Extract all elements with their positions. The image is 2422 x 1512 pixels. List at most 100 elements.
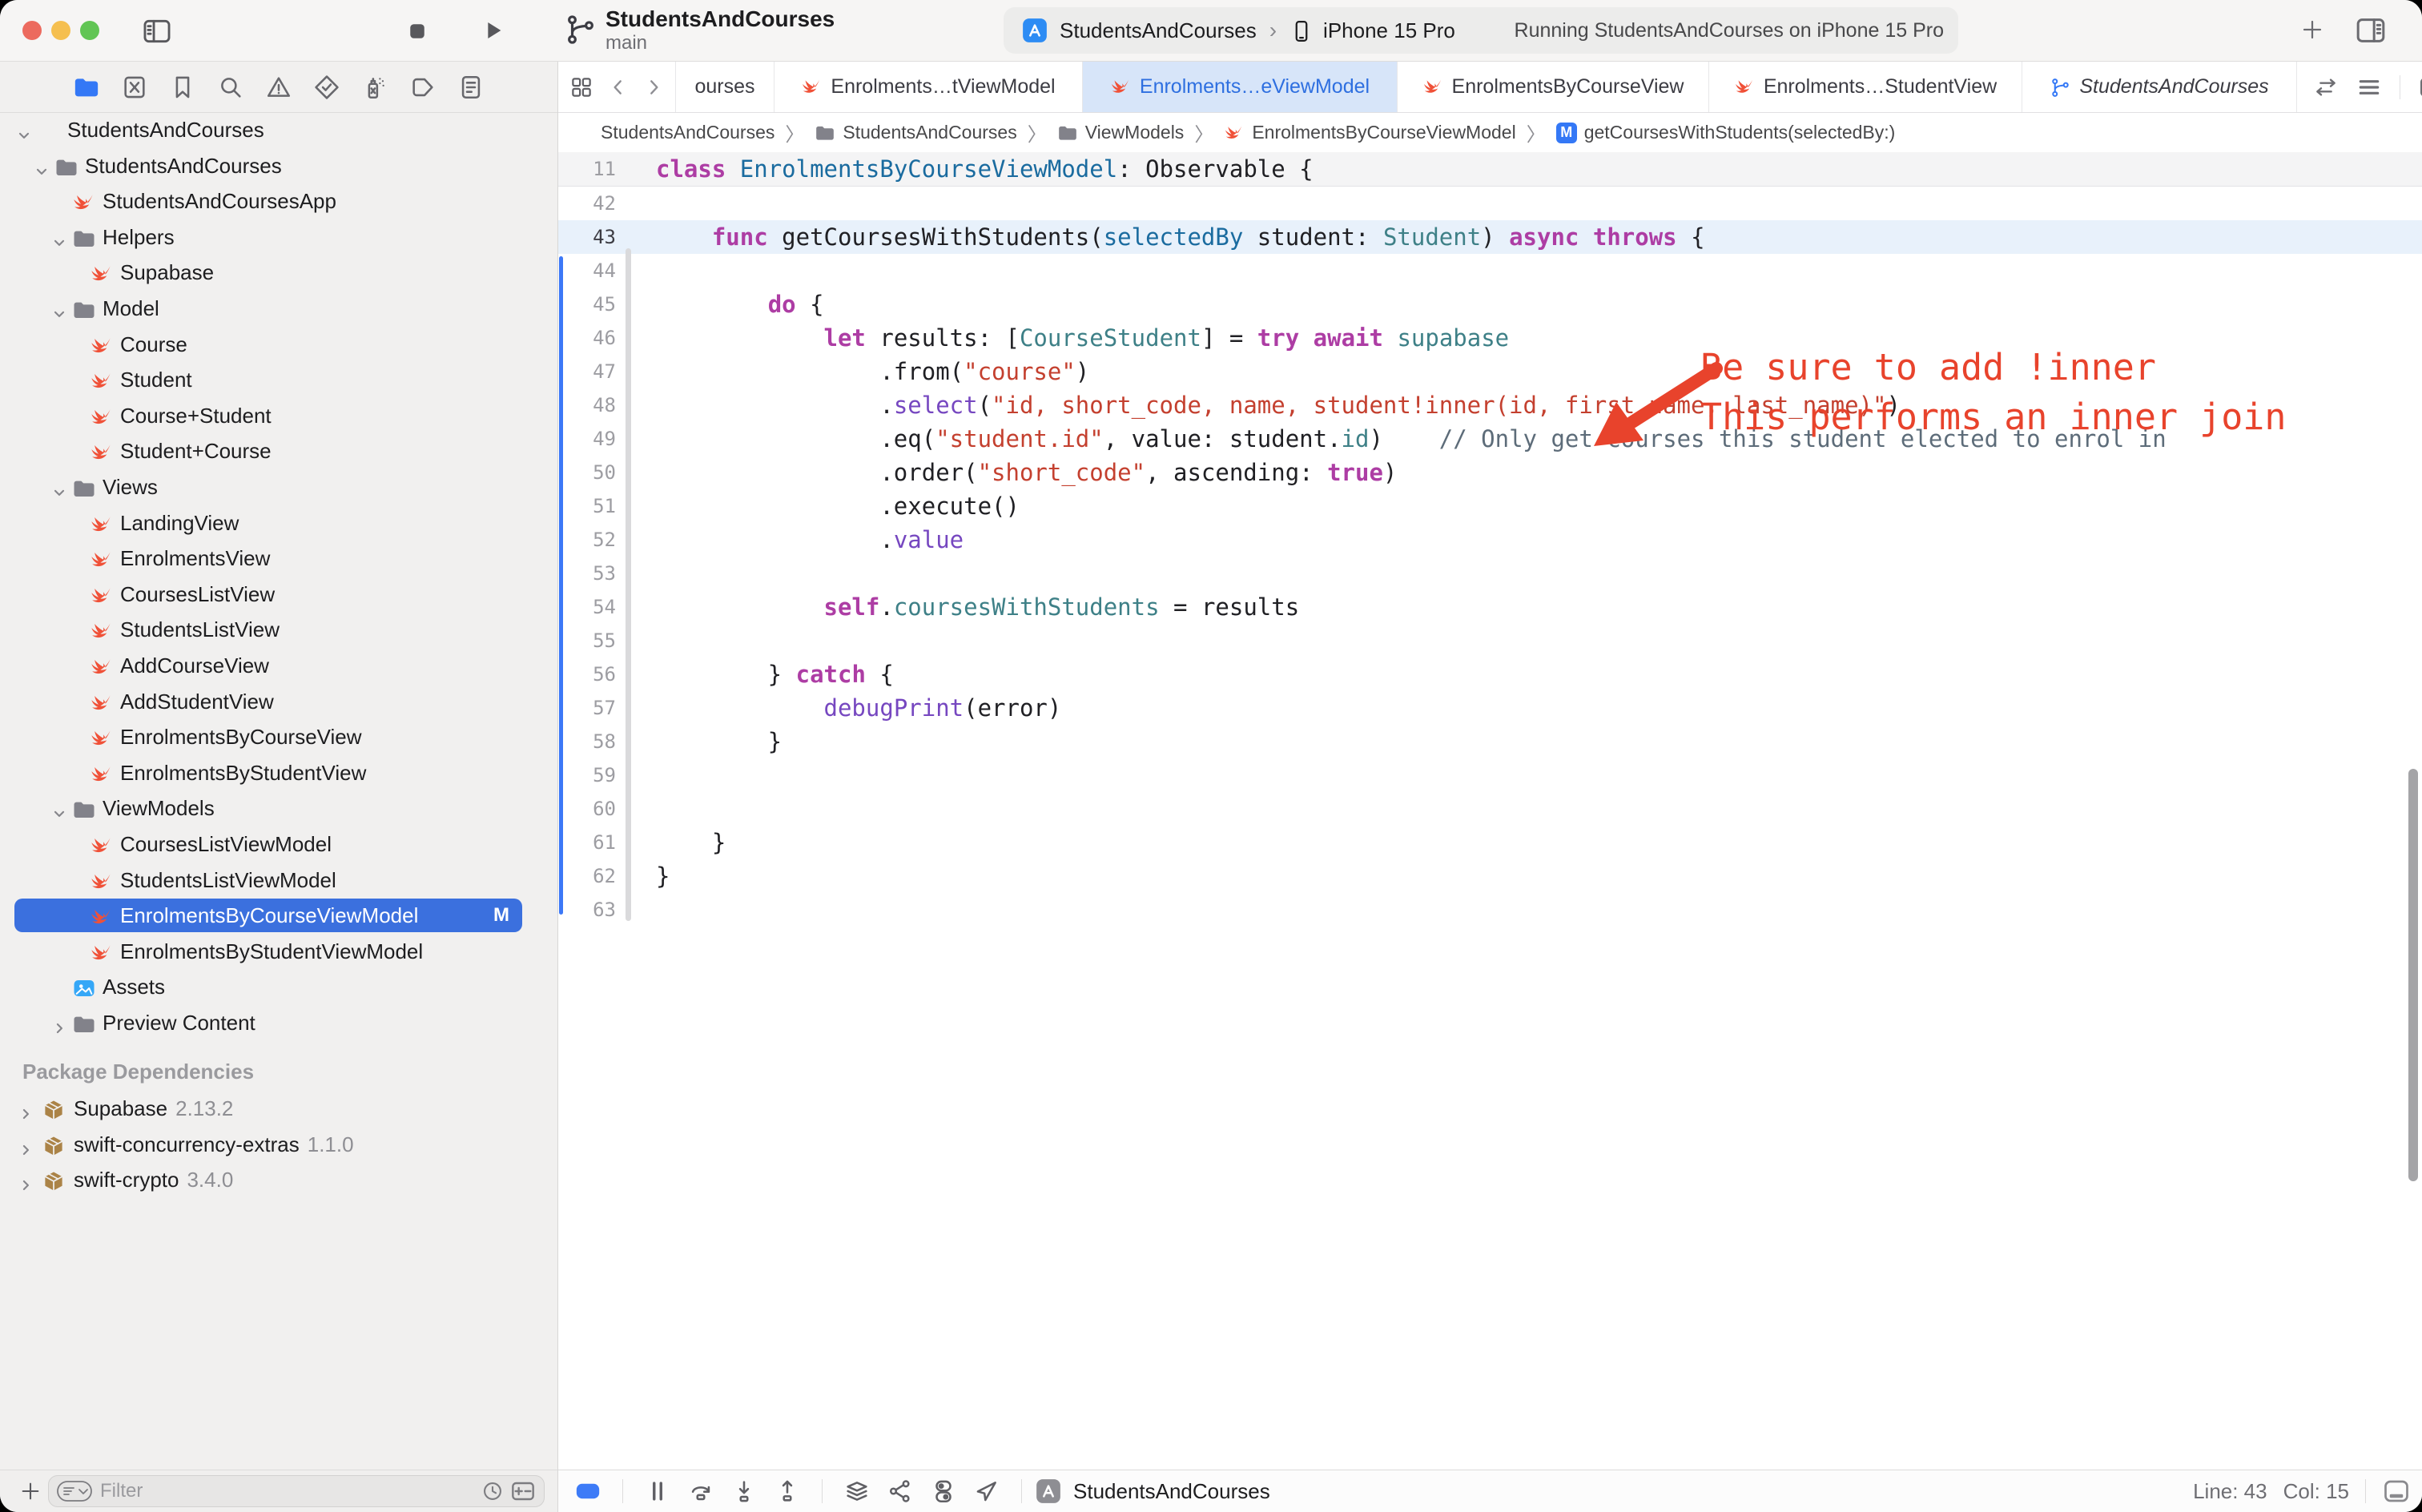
navigator-tab-spray[interactable] xyxy=(361,74,388,101)
disc-down-icon[interactable] xyxy=(34,163,50,179)
editor-tab[interactable]: Enrolments…StudentView xyxy=(1708,62,2022,112)
code-line-43[interactable]: 43 func getCoursesWithStudents(selectedB… xyxy=(558,220,2422,254)
navigator-tab-warning[interactable] xyxy=(265,74,292,101)
tree-item-StudentsAndCoursesApp[interactable]: StudentsAndCoursesApp xyxy=(0,184,557,218)
tree-item-EnrolmentsByStudentViewModel[interactable]: EnrolmentsByStudentViewModel xyxy=(0,935,557,968)
code-line-42[interactable]: 42 xyxy=(558,187,2422,220)
code-line-51[interactable]: 51 .execute() xyxy=(558,489,2422,523)
tree-item-AddStudentView[interactable]: AddStudentView xyxy=(0,685,557,718)
code-line-60[interactable]: 60 xyxy=(558,792,2422,826)
code-line-59[interactable]: 59 xyxy=(558,758,2422,792)
scheme-device[interactable]: iPhone 15 Pro xyxy=(1323,18,1455,43)
editor-tab[interactable]: StudentsAndCourses xyxy=(2022,62,2296,112)
breakpoints-toggle-button[interactable] xyxy=(574,1478,601,1505)
code-line-44[interactable]: 44 xyxy=(558,254,2422,288)
navigator-tab-bookmark[interactable] xyxy=(169,74,196,101)
stop-button[interactable] xyxy=(405,19,429,43)
tree-item-AddCourseView[interactable]: AddCourseView xyxy=(0,649,557,682)
disc-down-icon[interactable] xyxy=(51,485,67,501)
source-control-filter-icon[interactable] xyxy=(510,1478,536,1504)
tree-item-Student[interactable]: Student xyxy=(0,363,557,396)
adjust-editor-button[interactable] xyxy=(2356,74,2382,100)
step-over-button[interactable] xyxy=(687,1478,714,1505)
tree-item-Preview-Content[interactable]: Preview Content xyxy=(0,1006,557,1040)
run-button[interactable] xyxy=(481,18,506,43)
environment-overrides-button[interactable] xyxy=(930,1478,957,1505)
editor-tab[interactable]: Enrolments…eViewModel xyxy=(1082,62,1397,112)
code-line-45[interactable]: 45 do { xyxy=(558,288,2422,321)
toggle-inspector-button[interactable] xyxy=(2355,14,2387,46)
disc-down-icon[interactable] xyxy=(51,806,67,822)
simulate-location-button[interactable] xyxy=(973,1478,1000,1505)
tree-item-Supabase[interactable]: Supabase xyxy=(0,255,557,289)
minimize-window-button[interactable] xyxy=(51,21,70,40)
disc-right-icon[interactable] xyxy=(18,1142,34,1158)
editor-tab[interactable]: EnrolmentsByCourseView xyxy=(1397,62,1708,112)
navigator-tab-report[interactable] xyxy=(457,74,485,101)
close-window-button[interactable] xyxy=(22,21,42,40)
tree-item-EnrolmentsByCourseView[interactable]: EnrolmentsByCourseView xyxy=(0,720,557,754)
filter-field[interactable]: Filter xyxy=(48,1475,545,1507)
breadcrumb-item[interactable]: StudentsAndCourses xyxy=(815,122,1016,143)
breadcrumb-item[interactable]: undefinedStudentsAndCourses xyxy=(573,122,774,143)
disc-down-icon[interactable] xyxy=(51,235,67,251)
go-forward-button[interactable] xyxy=(643,77,664,98)
tree-item-CoursesListView[interactable]: CoursesListView xyxy=(0,577,557,611)
running-process[interactable]: StudentsAndCourses xyxy=(1035,1478,1270,1505)
tree-item-StudentsListViewModel[interactable]: StudentsListViewModel xyxy=(0,863,557,897)
add-editor-button[interactable] xyxy=(2418,74,2422,101)
tree-item-EnrolmentsByCourseViewModel[interactable]: EnrolmentsByCourseViewModelM xyxy=(0,899,557,932)
go-back-button[interactable] xyxy=(608,77,629,98)
tree-item-Assets[interactable]: Assets xyxy=(0,970,557,1003)
code-line-62[interactable]: 62} xyxy=(558,859,2422,893)
view-hierarchy-button[interactable] xyxy=(843,1478,871,1505)
code-line-50[interactable]: 50 .order("short_code", ascending: true) xyxy=(558,456,2422,489)
tree-item-Student-Course[interactable]: Student+Course xyxy=(0,434,557,468)
navigator-tab-search[interactable] xyxy=(217,74,244,101)
recent-files-icon[interactable] xyxy=(481,1480,504,1502)
package-item-swift-concurrency-extras[interactable]: swift-concurrency-extras1.1.0 xyxy=(0,1128,557,1161)
disc-down-icon[interactable] xyxy=(51,306,67,322)
scheme-selector[interactable]: StudentsAndCourses › iPhone 15 Pro Runni… xyxy=(1004,7,1958,54)
code-line-61[interactable]: 61 } xyxy=(558,826,2422,859)
disc-right-icon[interactable] xyxy=(18,1106,34,1122)
tree-item-Helpers[interactable]: Helpers xyxy=(0,220,557,254)
tree-item-ViewModels[interactable]: ViewModels xyxy=(0,791,557,825)
zoom-window-button[interactable] xyxy=(80,21,99,40)
step-into-button[interactable] xyxy=(730,1478,758,1505)
code-line-56[interactable]: 56 } catch { xyxy=(558,657,2422,691)
code-fold-ribbon[interactable] xyxy=(626,248,631,921)
tree-item-EnrolmentsByStudentView[interactable]: EnrolmentsByStudentView xyxy=(0,756,557,790)
tree-item-Views[interactable]: Views xyxy=(0,470,557,504)
tree-item-Course-Student[interactable]: Course+Student xyxy=(0,399,557,432)
tree-item-EnrolmentsView[interactable]: EnrolmentsView xyxy=(0,541,557,575)
tree-item-StudentsAndCourses[interactable]: undefinedStudentsAndCourses xyxy=(0,113,557,147)
tree-item-Course[interactable]: Course xyxy=(0,328,557,361)
navigator-tab-vcs[interactable] xyxy=(121,74,148,101)
tree-item-LandingView[interactable]: LandingView xyxy=(0,506,557,540)
package-item-swift-crypto[interactable]: swift-crypto3.4.0 xyxy=(0,1163,557,1196)
related-items-button[interactable] xyxy=(569,75,593,99)
step-out-button[interactable] xyxy=(774,1478,801,1505)
tree-item-CoursesListViewModel[interactable]: CoursesListViewModel xyxy=(0,827,557,861)
code-line-63[interactable]: 63 xyxy=(558,893,2422,927)
editor-only-mode-icon[interactable] xyxy=(2382,1477,2411,1506)
scrollbar-thumb[interactable] xyxy=(2408,769,2418,1181)
add-file-button[interactable] xyxy=(19,1480,42,1502)
navigator-tab-folder[interactable] xyxy=(73,74,100,101)
scheme-project[interactable]: StudentsAndCourses xyxy=(1060,18,1257,43)
editor-tab[interactable]: Enrolments…tViewModel xyxy=(774,62,1082,112)
navigator-tab-breakpoint[interactable] xyxy=(409,74,437,101)
navigator-tab-test[interactable] xyxy=(313,74,340,101)
code-line-53[interactable]: 53 xyxy=(558,557,2422,590)
code-line-58[interactable]: 58 } xyxy=(558,725,2422,758)
source-editor[interactable]: 11class EnrolmentsByCourseViewModel: Obs… xyxy=(558,152,2422,1470)
add-tab-button[interactable] xyxy=(2300,18,2324,42)
disc-right-icon[interactable] xyxy=(18,1177,34,1193)
tree-item-Model[interactable]: Model xyxy=(0,292,557,325)
tree-item-StudentsListView[interactable]: StudentsListView xyxy=(0,613,557,646)
pause-button[interactable] xyxy=(644,1478,671,1505)
memory-graph-button[interactable] xyxy=(887,1478,914,1505)
editor-tab[interactable]: ourses xyxy=(675,62,774,112)
disc-right-icon[interactable] xyxy=(51,1020,67,1036)
